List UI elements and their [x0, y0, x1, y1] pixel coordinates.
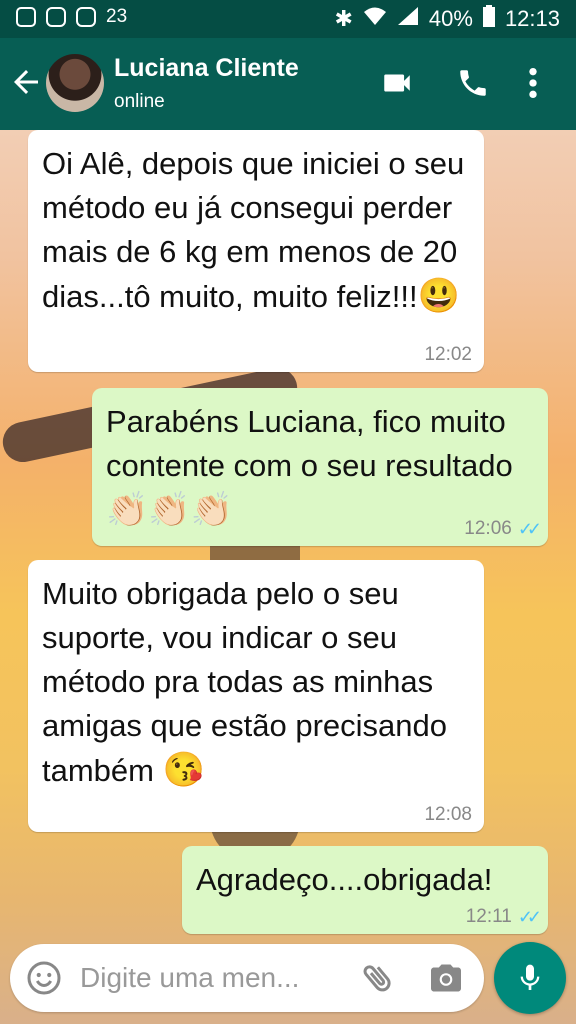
emoji-icon[interactable]: [26, 960, 62, 1001]
avatar[interactable]: [46, 54, 104, 112]
message-text: Parabéns Luciana, fico muito contente co…: [106, 404, 513, 483]
more-vert-icon[interactable]: [526, 66, 540, 105]
signal-icon: [397, 6, 419, 32]
kissing-face-emoji: 😘: [162, 751, 205, 789]
contact-name[interactable]: Luciana Cliente: [114, 54, 299, 83]
clock: 12:13: [504, 6, 560, 31]
read-ticks-icon: ✓✓: [517, 519, 542, 539]
videocam-icon[interactable]: [378, 66, 416, 105]
battery-icon: [482, 5, 495, 33]
mic-icon: [514, 960, 546, 1001]
grinning-emoji: 😃: [417, 277, 460, 315]
message-bubble-incoming[interactable]: Muito obrigada pelo o seu suporte, vou i…: [28, 560, 484, 832]
chat-header: Luciana Cliente online: [0, 38, 576, 130]
bluetooth-icon: ✱: [334, 6, 353, 31]
instagram-notification-icon: [46, 7, 66, 27]
instagram-notification-icon-2: [76, 7, 96, 27]
gallery-notification-icon: [16, 7, 36, 27]
wifi-icon: [363, 6, 387, 32]
message-input[interactable]: [78, 961, 352, 995]
message-time: 12:02: [424, 344, 472, 365]
notification-count: 23: [106, 6, 128, 27]
attach-icon[interactable]: [360, 960, 396, 1001]
battery-percent: 40%: [428, 6, 473, 31]
phone-icon[interactable]: [456, 66, 490, 105]
clapping-hands-emoji: 👏🏻👏🏻👏🏻: [106, 491, 234, 529]
camera-icon[interactable]: [428, 960, 464, 1001]
message-bubble-outgoing[interactable]: Parabéns Luciana, fico muito contente co…: [92, 388, 548, 546]
back-arrow-icon[interactable]: [8, 64, 44, 100]
message-time: 12:06: [464, 518, 512, 539]
status-bar: 23 ✱ 40% 12:13: [0, 0, 576, 38]
message-composer: [10, 944, 484, 1012]
message-time: 12:11: [465, 906, 512, 927]
message-text: Muito obrigada pelo o seu suporte, vou i…: [42, 576, 447, 788]
message-time: 12:08: [424, 804, 472, 825]
contact-status: online: [114, 91, 165, 112]
message-bubble-outgoing[interactable]: Agradeço....obrigada! 12:11 ✓✓: [182, 846, 548, 934]
message-text: Oi Alê, depois que iniciei o seu método …: [42, 146, 465, 314]
message-text: Agradeço....obrigada!: [196, 862, 493, 897]
read-ticks-icon: ✓✓: [517, 907, 542, 927]
message-bubble-incoming[interactable]: Oi Alê, depois que iniciei o seu método …: [28, 130, 484, 372]
mic-button[interactable]: [494, 942, 566, 1014]
